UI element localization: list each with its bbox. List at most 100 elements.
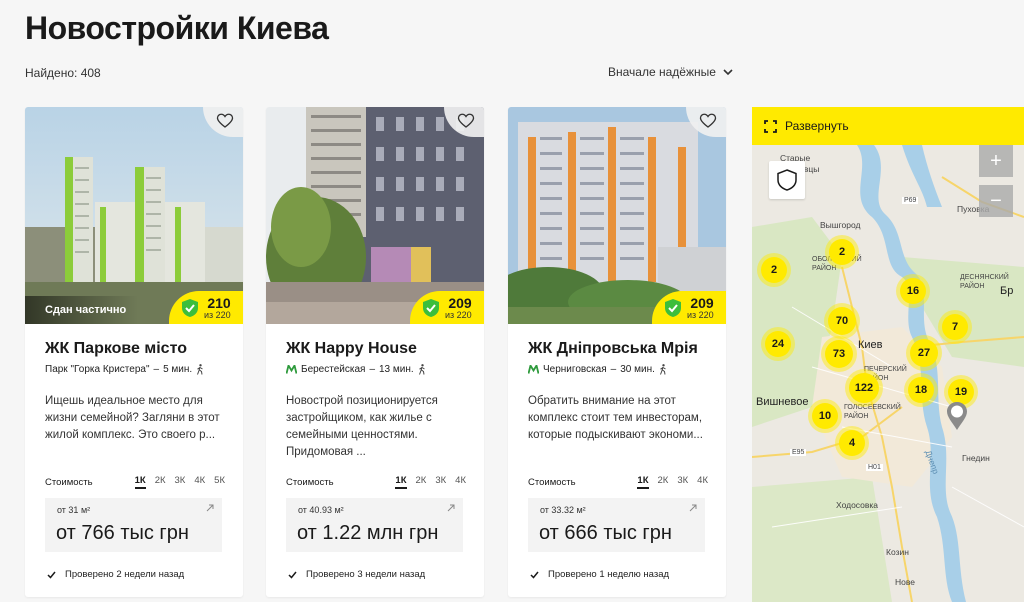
complex-name[interactable]: ЖК Дніпровська Мрія	[528, 340, 698, 358]
checkmark-icon	[530, 571, 539, 579]
map-cluster[interactable]: 7	[942, 314, 968, 340]
map-cluster[interactable]: 122	[849, 373, 879, 403]
heart-icon	[216, 113, 234, 128]
checkmark-icon	[288, 571, 297, 579]
room-tab[interactable]: 1К	[395, 475, 407, 489]
map-cluster[interactable]: 24	[765, 331, 791, 357]
cost-label: Стоимость	[528, 476, 576, 488]
price-value: от 766 тыс грн	[56, 522, 189, 544]
map-label: Ходосовка	[836, 500, 879, 510]
shield-check-icon	[182, 298, 198, 317]
status-badge: Сдан частично	[25, 296, 139, 324]
reliability-score: 209 из 220	[410, 291, 484, 324]
score-total: из 220	[204, 309, 231, 320]
complex-location: Черниговская – 30 мин.	[528, 364, 667, 375]
verified-info: Проверено 2 недели назад	[47, 569, 184, 580]
map-cluster[interactable]: 2	[829, 239, 855, 265]
room-tab[interactable]: 2К	[658, 475, 669, 489]
complex-description: Обратить внимание на этот комплекс стоит…	[528, 395, 703, 441]
map-label: P69	[902, 197, 919, 204]
room-tab[interactable]: 3К	[435, 475, 446, 489]
map-cluster[interactable]: 4	[839, 430, 865, 456]
price-box[interactable]: от 33.32 м² от 666 тыс грн	[528, 498, 705, 552]
room-tab[interactable]: 1К	[637, 475, 649, 489]
arrow-up-right-icon	[689, 504, 697, 512]
room-tab[interactable]: 5К	[214, 475, 225, 489]
map-label: Вышгород	[820, 220, 861, 230]
verified-info: Проверено 3 недели назад	[288, 569, 425, 580]
room-tab[interactable]: 3К	[175, 475, 186, 489]
chevron-down-icon	[723, 69, 733, 76]
score-total: из 220	[445, 309, 472, 320]
map-cluster[interactable]: 18	[908, 377, 934, 403]
area-value: от 40.93 м²	[298, 505, 344, 515]
zoom-out-button[interactable]: −	[979, 185, 1013, 217]
room-tab[interactable]: 4К	[194, 475, 205, 489]
complex-photo[interactable]: 209 из 220	[508, 107, 726, 324]
map-cluster[interactable]: 16	[900, 278, 926, 304]
location-distance: 30 мин.	[620, 364, 655, 375]
map-label: H01	[866, 464, 883, 471]
map-panel[interactable]: Старые Петровцы Вышгород ОБОЛОНСКИЙ РАЙО…	[752, 107, 1024, 602]
price-box[interactable]: от 40.93 м² от 1.22 млн грн	[286, 498, 463, 552]
complex-description: Ищешь идеальное место для жизни семейной…	[45, 395, 220, 441]
map-cluster[interactable]: 70	[828, 307, 856, 335]
reliability-filter-button[interactable]	[769, 161, 805, 199]
cost-label: Стоимость	[286, 476, 334, 488]
complex-photo[interactable]: 209 из 220	[266, 107, 484, 324]
map-cluster[interactable]: 27	[910, 339, 938, 367]
map-cluster[interactable]: 10	[812, 403, 838, 429]
walking-icon	[659, 364, 666, 375]
results-count: Найдено: 408	[25, 66, 101, 80]
expand-icon	[764, 119, 777, 133]
reliability-score: 210 из 220	[169, 291, 243, 324]
price-value: от 1.22 млн грн	[297, 522, 439, 544]
page: Новостройки Киева Найдено: 408 Вначале н…	[0, 0, 1024, 602]
verified-text: Проверено 3 недели назад	[306, 569, 426, 580]
complex-card[interactable]: 209 из 220 ЖК Дніпровська Мрія Черниговс…	[508, 107, 726, 597]
expand-map-button[interactable]: Развернуть	[752, 107, 1024, 145]
reliability-score: 209 из 220	[652, 291, 726, 324]
map-pin-icon[interactable]	[946, 401, 968, 431]
complex-description: Новострой позиционируется застройщиком, …	[286, 395, 438, 458]
room-tab[interactable]: 2К	[155, 475, 166, 489]
area-value: от 33.32 м²	[540, 505, 586, 515]
expand-map-label: Развернуть	[785, 119, 849, 133]
map-cluster[interactable]: 2	[761, 257, 787, 283]
room-tab[interactable]: 4К	[697, 475, 708, 489]
sort-dropdown[interactable]: Вначале надёжные	[608, 65, 734, 79]
cost-row: Стоимость 1К 2К 3К 4К	[286, 475, 466, 489]
cost-row: Стоимость 1К 2К 3К 4К 5К	[45, 475, 225, 489]
price-value: от 666 тыс грн	[539, 522, 672, 544]
zoom-in-button[interactable]: +	[979, 145, 1013, 177]
complex-name[interactable]: ЖК Happy House	[286, 340, 417, 358]
complex-name[interactable]: ЖК Паркове місто	[45, 340, 187, 358]
room-tabs: 1К 2К 3К 4К 5К	[134, 475, 225, 489]
price-box[interactable]: от 31 м² от 766 тыс грн	[45, 498, 222, 552]
location-separator: –	[153, 364, 160, 375]
walking-icon	[197, 364, 203, 375]
complex-card[interactable]: 209 из 220 ЖК Happy House Берестейская –…	[266, 107, 484, 597]
verified-text: Проверено 2 недели назад	[65, 569, 185, 580]
score-value: 209	[690, 294, 714, 311]
sort-label: Вначале надёжные	[608, 65, 716, 79]
complex-photo[interactable]: Сдан частично 210 из 220	[25, 107, 243, 324]
heart-icon	[699, 113, 717, 128]
page-title: Новостройки Киева	[25, 10, 329, 46]
room-tabs: 1К 2К 3К 4К	[395, 475, 466, 489]
map-label: Козин	[886, 547, 909, 557]
room-tab[interactable]: 3К	[677, 475, 688, 489]
map-cluster[interactable]: 73	[825, 340, 853, 368]
map-label: Бр	[1000, 285, 1014, 297]
room-tab[interactable]: 1К	[134, 475, 146, 489]
shield-icon	[777, 169, 797, 191]
heart-icon	[457, 113, 475, 128]
complex-card[interactable]: Сдан частично 210 из 220 ЖК Паркове міст…	[25, 107, 243, 597]
cost-label: Стоимость	[45, 476, 93, 488]
location-separator: –	[610, 364, 617, 375]
complex-location: Парк "Горка Кристера" – 5 мин.	[45, 364, 204, 375]
score-total: из 220	[687, 309, 714, 320]
checkmark-icon	[47, 571, 56, 579]
room-tab[interactable]: 2К	[416, 475, 427, 489]
room-tab[interactable]: 4К	[455, 475, 466, 489]
